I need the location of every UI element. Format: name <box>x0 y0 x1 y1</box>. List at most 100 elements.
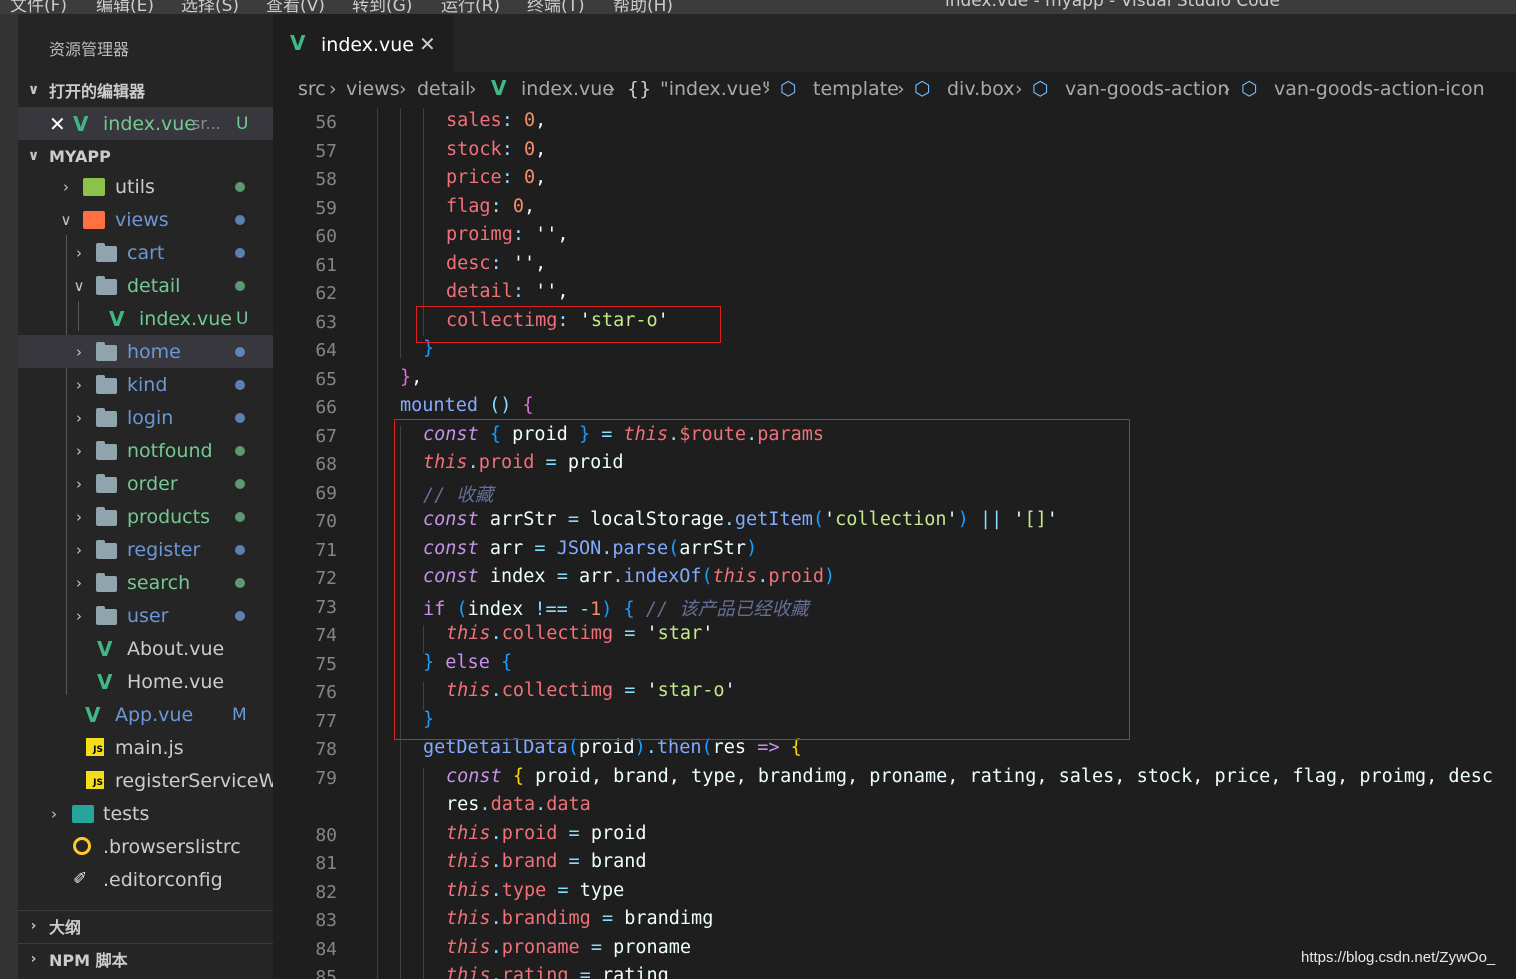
chevron-right-icon: › <box>608 78 616 100</box>
chevron-right-icon: › <box>76 375 82 394</box>
tree-item-register-service-worker[interactable]: JS registerServiceW... <box>18 764 273 797</box>
line-number: 67 <box>315 426 337 447</box>
code-line: price: 0, <box>446 167 547 188</box>
tab-index-vue[interactable]: V index.vue ✕ <box>273 14 453 72</box>
open-editors-header[interactable]: ∨ 打开的编辑器 <box>18 75 273 105</box>
cube-icon: ⬡ <box>1241 78 1258 100</box>
git-status-badge: M <box>232 704 247 725</box>
tree-item-products[interactable]: › products <box>18 500 273 533</box>
menu-go[interactable]: 转到(G) <box>352 0 412 14</box>
vue-file-icon: V <box>109 306 125 331</box>
git-status-dot <box>235 478 245 489</box>
menu-help[interactable]: 帮助(H) <box>613 0 673 14</box>
line-number: 85 <box>315 967 337 979</box>
git-status-dot <box>235 181 245 192</box>
line-number: 70 <box>315 511 337 532</box>
tree-item-home[interactable]: › home <box>18 335 273 368</box>
chevron-right-icon: › <box>76 441 82 460</box>
breadcrumb-views[interactable]: views <box>346 78 400 100</box>
tree-item-views[interactable]: ∨ views <box>18 203 273 236</box>
tree-item-user[interactable]: › user <box>18 599 273 632</box>
tree-item-tests[interactable]: › tests <box>18 797 273 830</box>
tree-item-notfound[interactable]: › notfound <box>18 434 273 467</box>
git-status-badge: U <box>236 113 249 134</box>
tree-item-label: .editorconfig <box>103 868 223 891</box>
line-number: 65 <box>315 369 337 390</box>
breadcrumb-detail[interactable]: detail <box>417 78 470 100</box>
browserslist-icon <box>73 837 91 855</box>
tree-item-cart[interactable]: › cart <box>18 236 273 269</box>
close-icon[interactable]: ✕ <box>49 112 66 136</box>
npm-scripts-header[interactable]: › NPM 脚本 <box>18 943 273 973</box>
breadcrumb-src[interactable]: src <box>298 78 326 100</box>
line-number: 78 <box>315 739 337 760</box>
line-number: 77 <box>315 711 337 732</box>
tree-item-login[interactable]: › login <box>18 401 273 434</box>
menu-selection[interactable]: 选择(S) <box>181 0 239 14</box>
line-number: 83 <box>315 910 337 931</box>
chevron-right-icon: › <box>76 408 82 427</box>
tree-item-label: kind <box>127 373 168 396</box>
menu-terminal[interactable]: 终端(T) <box>527 0 585 14</box>
folder-icon <box>96 441 118 461</box>
breadcrumb-van-goods-action-icon[interactable]: van-goods-action-icon <box>1274 78 1485 100</box>
folder-icon <box>96 243 118 263</box>
close-icon[interactable]: ✕ <box>419 32 436 56</box>
tree-item-search[interactable]: › search <box>18 566 273 599</box>
code-line: getDetailData(proid).then(res => { <box>423 737 802 758</box>
open-editors-label: 打开的编辑器 <box>49 82 146 101</box>
tree-item-main-js[interactable]: JS main.js <box>18 731 273 764</box>
line-number: 57 <box>315 141 337 162</box>
breadcrumb-file[interactable]: index.vue <box>521 78 614 100</box>
tree-item-label: products <box>127 505 210 528</box>
chevron-down-icon: ∨ <box>73 276 85 295</box>
tree-item-label: views <box>115 208 169 231</box>
tree-item-register[interactable]: › register <box>18 533 273 566</box>
js-file-icon: JS <box>86 738 108 756</box>
open-editor-item[interactable]: ✕ V index.vue sr... U <box>18 107 273 140</box>
breadcrumb-template[interactable]: template <box>813 78 899 100</box>
menu-view[interactable]: 查看(V) <box>266 0 325 14</box>
tree-item-browserslistrc[interactable]: .browserslistrc <box>18 830 273 863</box>
git-status-dot <box>235 610 245 621</box>
tree-item-utils[interactable]: › utils <box>18 170 273 203</box>
open-editor-desc: sr... <box>192 114 221 133</box>
chevron-right-icon: › <box>76 606 82 625</box>
tree-item-label: About.vue <box>127 637 225 660</box>
chevron-down-icon: ∨ <box>60 210 72 229</box>
breadcrumb-div-box[interactable]: div.box <box>947 78 1015 100</box>
editorconfig-icon: ✐ <box>73 869 88 889</box>
tree-item-home-vue[interactable]: V Home.vue <box>18 665 273 698</box>
project-name: MYAPP <box>49 146 111 166</box>
tree-item-detail[interactable]: ∨ detail <box>18 269 273 302</box>
menu-run[interactable]: 运行(R) <box>441 0 500 14</box>
git-status-dot <box>235 214 245 225</box>
breadcrumb-module[interactable]: "index.vue" <box>660 78 770 100</box>
breadcrumb-van-goods-action[interactable]: van-goods-action <box>1065 78 1229 100</box>
tree-item-order[interactable]: › order <box>18 467 273 500</box>
code-line: sales: 0, <box>446 110 547 131</box>
outline-header[interactable]: › 大纲 <box>18 910 273 940</box>
npm-scripts-label: NPM 脚本 <box>49 950 128 970</box>
menu-edit[interactable]: 编辑(E) <box>96 0 154 14</box>
tests-folder-icon <box>72 805 94 823</box>
vue-file-icon: V <box>97 636 113 661</box>
folder-icon <box>96 474 118 494</box>
line-number: 79 <box>315 768 337 789</box>
tree-item-editorconfig[interactable]: ✐ .editorconfig <box>18 863 273 896</box>
tree-item-index-vue[interactable]: V index.vue U <box>18 302 273 335</box>
project-header[interactable]: ∨ MYAPP <box>18 141 273 171</box>
line-number: 61 <box>315 255 337 276</box>
git-status-dot <box>235 247 245 258</box>
git-status-dot <box>235 445 245 456</box>
code-editor[interactable]: 56 57 58 59 60 61 62 63 64 65 66 67 68 6… <box>273 108 1516 979</box>
folder-open-icon <box>96 276 118 296</box>
tree-item-app-vue[interactable]: V App.vue M <box>18 698 273 731</box>
menu-file[interactable]: 文件(F) <box>10 0 67 14</box>
js-file-icon: JS <box>86 771 108 789</box>
line-number: 59 <box>315 198 337 219</box>
tree-item-label: login <box>127 406 174 429</box>
chevron-right-icon: › <box>897 78 905 100</box>
tree-item-about-vue[interactable]: V About.vue <box>18 632 273 665</box>
tree-item-kind[interactable]: › kind <box>18 368 273 401</box>
